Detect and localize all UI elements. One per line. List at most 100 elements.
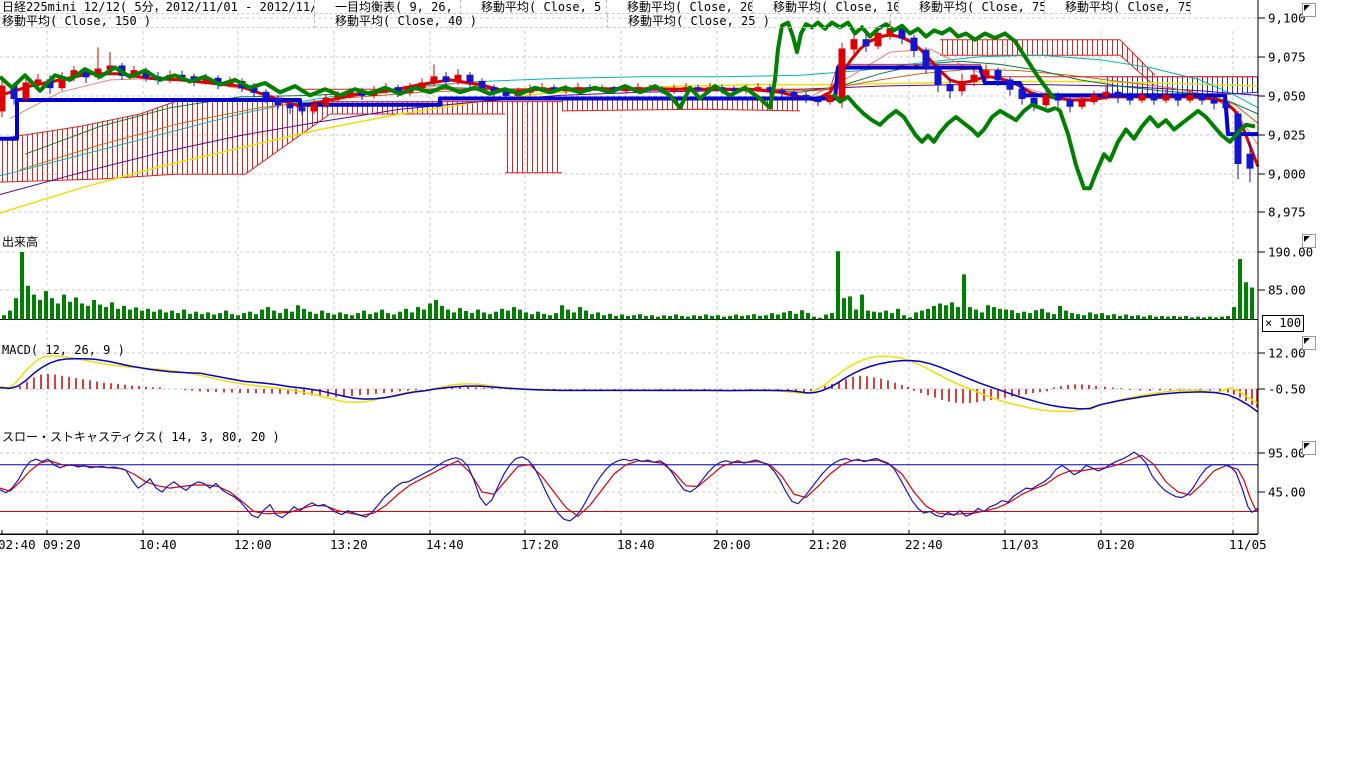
volume-bar [1040,309,1044,320]
volume-bar [650,315,654,319]
volume-bar [140,311,144,320]
volume-bar [998,309,1002,320]
volume-bar [872,312,876,320]
candle-body [923,51,929,68]
volume-bar [1052,314,1056,319]
volume-bar [176,313,180,319]
axis-label: 9,075 [1268,50,1306,65]
axis-label: -0.50 [1268,382,1306,397]
volume-bar [860,295,864,320]
volume-bar [398,312,402,320]
volume-bar [308,312,312,320]
macd-axis-scale-button[interactable] [1302,336,1316,350]
volume-bar [518,310,522,320]
time-axis-label: 17:20 [521,537,559,552]
volume-bar [302,309,306,320]
volume-bar [62,295,66,320]
volume-axis-multiplier: × 100 [1262,315,1304,332]
volume-bar [182,310,186,320]
macd-signal-line [0,356,1258,412]
volume-bar [1202,317,1206,319]
volume-bar [806,313,810,319]
volume-bar [776,315,780,320]
volume-bar [944,305,948,319]
volume-bar [1226,316,1230,320]
time-axis-label: 12:00 [234,537,272,552]
candle-body [1235,114,1241,164]
chart-canvas[interactable]: 9,1009,0759,0509,0259,0008,975190.0085.0… [0,0,1366,768]
volume-bar [662,315,666,319]
time-axis-label: 22:40 [905,537,943,552]
time-axis-label: 09:20 [43,537,81,552]
candle-body [971,75,977,81]
legend-item-ma150: 移動平均( Close, 150 ) [0,14,315,28]
volume-bar [488,314,492,319]
volume-bar [1220,317,1224,320]
candle-body [1223,103,1229,108]
time-axis-label: 21:20 [809,537,847,552]
volume-bar [74,297,78,319]
volume-bar [1124,315,1128,320]
candle-body [1019,89,1025,98]
volume-bar [506,311,510,320]
volume-bar [248,312,252,320]
volume-bar [1196,317,1200,320]
volume-bar [818,318,822,320]
axis-label: 45.00 [1268,485,1306,500]
candle-body [419,83,425,88]
candle-body [851,40,857,49]
volume-bar [854,310,858,320]
stoch-axis-scale-button[interactable] [1302,441,1316,455]
volume-bar [620,315,624,320]
stoch-percent-k-line [0,452,1258,521]
volume-bar [932,306,936,320]
candle-body [911,38,917,50]
volume-bar [1136,315,1140,319]
candle-body [467,75,473,81]
chart-title: 日経225mini 12/12( 5分，2012/11/01 - 2012/11… [0,0,315,14]
price-axis-scale-button[interactable] [1302,3,1316,17]
volume-bar [242,313,246,319]
volume-bar [602,315,606,319]
volume-bar [524,312,528,319]
volume-bar [56,304,60,320]
volume-bar [608,314,612,320]
time-axis-label: 11/03 [1001,537,1039,552]
volume-bar [1166,317,1170,320]
volume-bar [782,312,786,319]
volume-bar [116,309,120,320]
volume-bar [410,312,414,319]
volume-bar [212,315,216,320]
ichimoku-cloud [0,100,245,182]
volume-bar [26,286,30,320]
volume-axis-scale-button[interactable] [1302,234,1316,248]
candle-body [815,98,821,101]
legend-item-ma75a: 移動平均( Close, 75 ) [899,0,1045,14]
volume-bar [1010,310,1014,319]
volume-bar [428,304,432,320]
candle-body [1115,92,1121,97]
candle-body [1247,154,1253,168]
volume-bar [848,296,852,319]
chart-application-window: 9,1009,0759,0509,0259,0008,975190.0085.0… [0,0,1366,768]
volume-bar [206,312,210,319]
volume-bar [890,313,894,319]
nw-arrow-icon [1304,443,1310,449]
time-axis-label: 01:20 [1097,537,1135,552]
volume-bar [956,307,960,319]
candle-body [875,33,881,45]
volume-bar [728,316,732,320]
stochastics-panel-label: スロー・ストキャスティクス( 14, 3, 80, 20 ) [2,431,280,444]
volume-bar [158,310,162,320]
volume-bar [758,316,762,320]
legend-row-1: 日経225mini 12/12( 5分，2012/11/01 - 2012/11… [0,0,1366,14]
candle-body [755,88,761,90]
volume-bar [338,312,342,319]
volume-bar [1076,314,1080,319]
volume-bar [836,251,840,319]
candle-body [1175,95,1181,100]
candle-body [1187,95,1193,100]
candle-body [839,49,845,99]
candle-body [311,105,317,111]
volume-bar [50,298,54,319]
